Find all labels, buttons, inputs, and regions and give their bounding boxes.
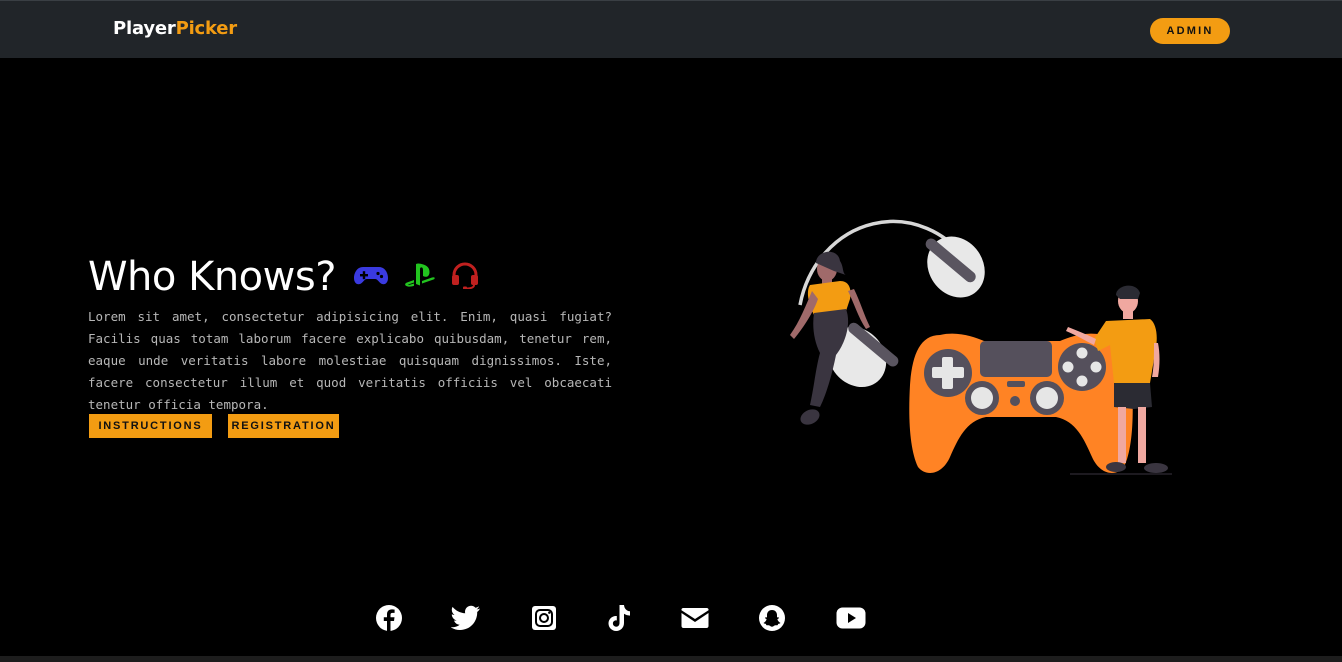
admin-button[interactable]: ADMIN (1150, 18, 1230, 44)
tiktok-icon[interactable] (604, 602, 634, 634)
brand-part-player: Player (113, 18, 176, 39)
headset-icon (450, 261, 480, 293)
hero-heading-row: Who Knows? (88, 252, 480, 302)
instructions-button[interactable]: INSTRUCTIONS (89, 414, 212, 438)
instagram-icon[interactable] (529, 602, 559, 634)
brand-part-picker: Picker (175, 18, 238, 39)
facebook-icon[interactable] (374, 602, 404, 634)
gamepad-icon (353, 264, 388, 290)
snapchat-icon[interactable] (757, 602, 787, 634)
brand-logo[interactable]: PlayerPicker (113, 18, 237, 39)
hero-description: Lorem sit amet, consectetur adipisicing … (88, 309, 612, 412)
navbar: PlayerPicker ADMIN (0, 0, 1342, 58)
controller-graphic (909, 333, 1133, 473)
hero-title: Who Knows? (88, 254, 336, 300)
social-links (0, 602, 1342, 634)
gaming-illustration (770, 195, 1190, 485)
registration-button[interactable]: REGISTRATION (228, 414, 339, 438)
youtube-icon[interactable] (836, 602, 866, 634)
twitter-icon[interactable] (451, 602, 481, 634)
bottom-strip (0, 656, 1342, 662)
playstation-icon (404, 262, 436, 292)
envelope-icon[interactable] (680, 602, 710, 634)
